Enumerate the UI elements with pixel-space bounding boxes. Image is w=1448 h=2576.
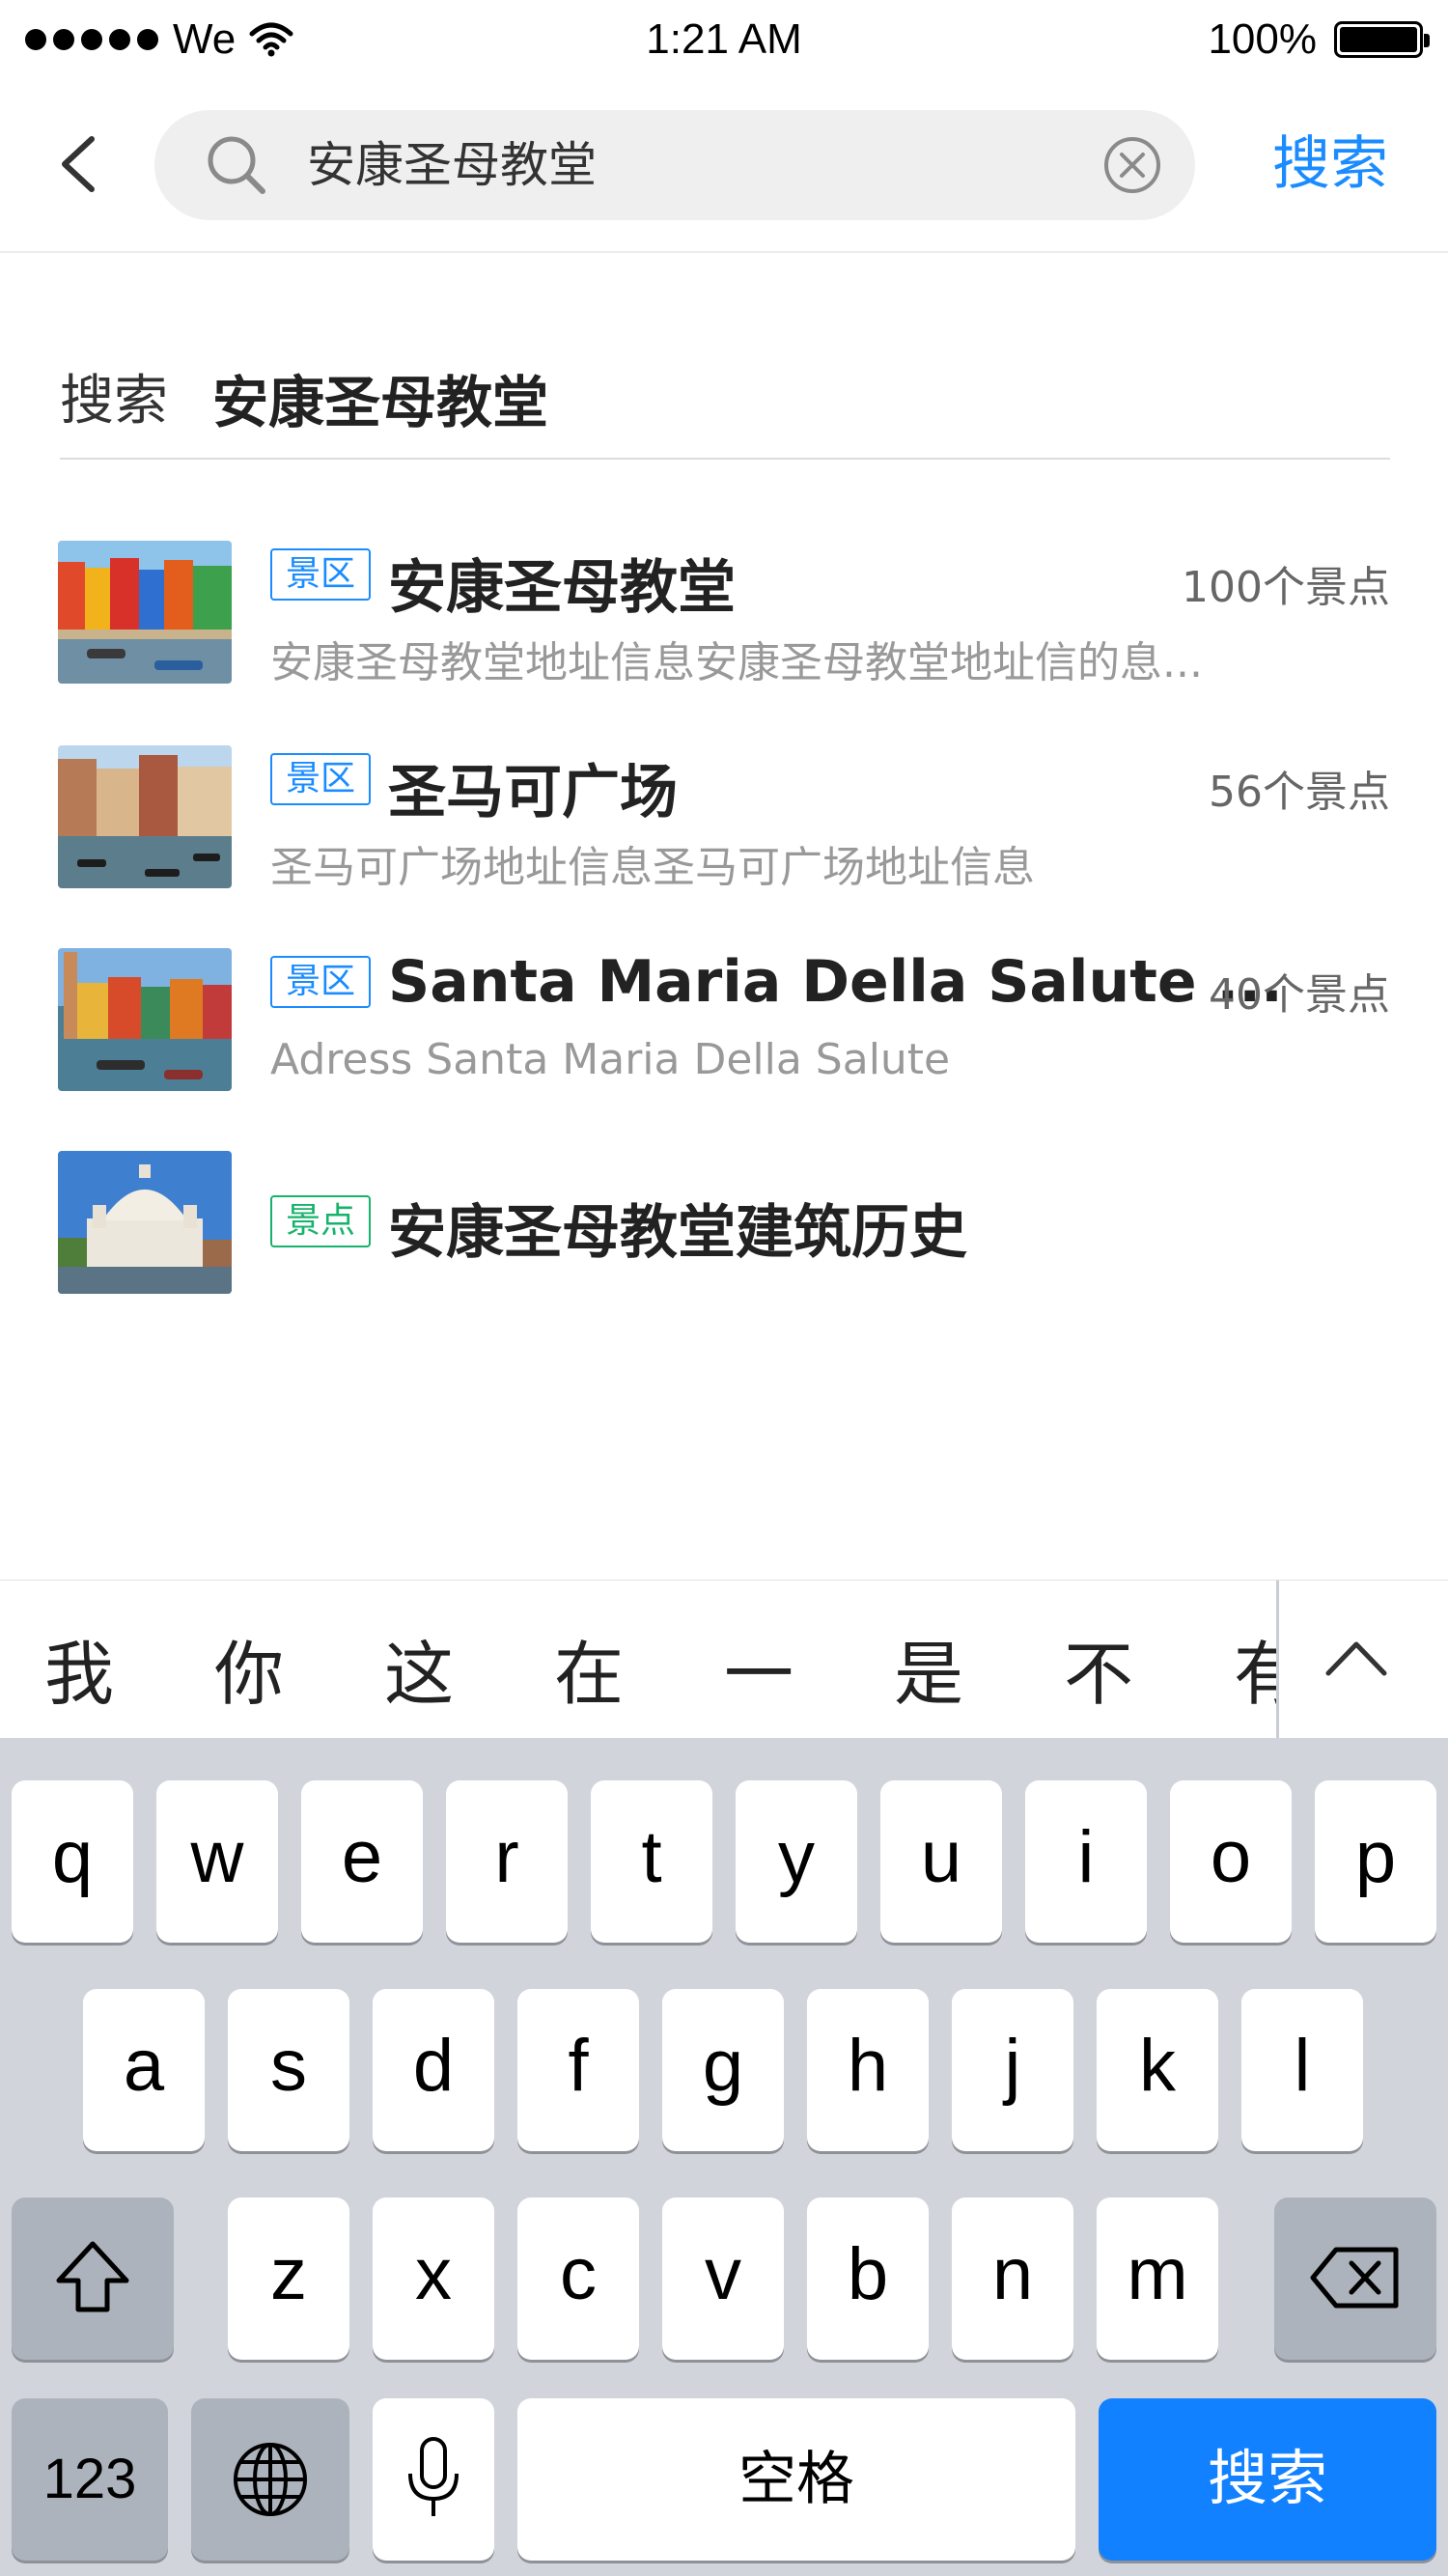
result-title: 安康圣母教堂建筑历史 [388, 1199, 967, 1267]
candidate-word[interactable]: 这 [384, 1617, 454, 1719]
candidate-word[interactable]: 我 [44, 1617, 114, 1719]
candidate-word[interactable]: 你 [214, 1617, 284, 1719]
key-s[interactable]: s [228, 1989, 349, 2151]
result-title: 安康圣母教堂 [388, 554, 736, 622]
key-q[interactable]: q [12, 1780, 133, 1943]
result-description: Adress Santa Maria Della Salute [270, 1035, 951, 1084]
shift-key[interactable] [12, 2198, 174, 2360]
search-icon [208, 136, 265, 194]
backspace-icon [1310, 2247, 1399, 2309]
chevron-left-icon [62, 136, 95, 192]
key-b[interactable]: b [807, 2198, 929, 2360]
result-thumbnail [58, 948, 232, 1091]
search-query-suggestion[interactable]: 搜索 安康圣母教堂 [60, 319, 1390, 460]
globe-icon [234, 2443, 307, 2516]
microphone-key[interactable] [373, 2398, 494, 2561]
globe-key[interactable] [191, 2398, 349, 2561]
status-bar: We 1:21 AM 100% [0, 0, 1448, 79]
candidate-word[interactable]: 是 [894, 1617, 963, 1719]
keyboard-search-key[interactable]: 搜索 [1099, 2398, 1436, 2561]
microphone-icon [408, 2437, 459, 2516]
query-text: 安康圣母教堂 [212, 370, 549, 435]
result-thumbnail [58, 1151, 232, 1294]
query-prefix: 搜索 [60, 370, 168, 433]
candidate-word[interactable]: 有 [1234, 1617, 1276, 1719]
search-input-value: 安康圣母教堂 [307, 137, 597, 193]
candidate-divider [1276, 1581, 1279, 1739]
keyboard: q w e r t y u i o p a s d f g h j k l z … [0, 1738, 1448, 2576]
battery-percent: 100% [1208, 15, 1317, 63]
result-count: 56个景点 [1209, 768, 1390, 817]
key-r[interactable]: r [446, 1780, 568, 1943]
result-title: 圣马可广场 [388, 759, 678, 826]
key-e[interactable]: e [301, 1780, 423, 1943]
scenic-area-tag: 景区 [270, 753, 371, 805]
numbers-key[interactable]: 123 [12, 2398, 168, 2561]
result-title: Santa Maria Della Salute ... [388, 948, 1283, 1016]
key-n[interactable]: n [952, 2198, 1073, 2360]
key-j[interactable]: j [952, 1989, 1073, 2151]
key-d[interactable]: d [373, 1989, 494, 2151]
result-thumbnail [58, 745, 232, 888]
result-item[interactable]: 景区 安康圣母教堂 100个景点 安康圣母教堂地址信息安康圣母教堂地址信的息..… [58, 541, 1390, 695]
key-w[interactable]: w [156, 1780, 278, 1943]
key-k[interactable]: k [1097, 1989, 1218, 2151]
search-button[interactable]: 搜索 [1272, 126, 1388, 203]
result-item[interactable]: 景点 安康圣母教堂建筑历史 [58, 1151, 1390, 1305]
result-count: 40个景点 [1209, 970, 1390, 1020]
scenic-spot-tag: 景点 [270, 1195, 371, 1247]
key-h[interactable]: h [807, 1989, 929, 2151]
key-f[interactable]: f [517, 1989, 639, 2151]
key-y[interactable]: y [736, 1780, 857, 1943]
back-button[interactable] [44, 126, 112, 203]
shift-icon [56, 2241, 129, 2312]
key-u[interactable]: u [880, 1780, 1002, 1943]
clear-icon[interactable] [1102, 135, 1162, 195]
key-x[interactable]: x [373, 2198, 494, 2360]
ime-candidate-bar: 我 你 这 在 一 是 不 有 [0, 1580, 1448, 1739]
result-description: 圣马可广场地址信息圣马可广场地址信息 [270, 843, 1035, 892]
key-p[interactable]: p [1315, 1780, 1436, 1943]
key-c[interactable]: c [517, 2198, 639, 2360]
key-m[interactable]: m [1097, 2198, 1218, 2360]
key-z[interactable]: z [228, 2198, 349, 2360]
space-key[interactable]: 空格 [517, 2398, 1075, 2561]
result-description: 安康圣母教堂地址信息安康圣母教堂地址信的息... [270, 638, 1203, 687]
scenic-area-tag: 景区 [270, 956, 371, 1008]
chevron-up-icon[interactable] [1323, 1633, 1390, 1681]
candidate-word[interactable]: 一 [724, 1617, 794, 1719]
key-a[interactable]: a [83, 1989, 205, 2151]
scenic-area-tag: 景区 [270, 548, 371, 601]
result-thumbnail [58, 541, 232, 684]
backspace-key[interactable] [1274, 2198, 1436, 2360]
result-item[interactable]: 景区 Santa Maria Della Salute ... 40个景点 Ad… [58, 948, 1390, 1103]
key-i[interactable]: i [1025, 1780, 1147, 1943]
candidate-word[interactable]: 不 [1064, 1617, 1133, 1719]
search-header: 安康圣母教堂 搜索 [0, 79, 1448, 253]
key-v[interactable]: v [662, 2198, 784, 2360]
result-count: 100个景点 [1182, 563, 1390, 612]
key-o[interactable]: o [1170, 1780, 1292, 1943]
result-item[interactable]: 景区 圣马可广场 56个景点 圣马可广场地址信息圣马可广场地址信息 [58, 745, 1390, 900]
key-t[interactable]: t [591, 1780, 712, 1943]
battery-icon [1334, 21, 1430, 58]
battery-status: 100% [1208, 12, 1430, 68]
key-g[interactable]: g [662, 1989, 784, 2151]
candidate-word[interactable]: 在 [554, 1617, 624, 1719]
key-l[interactable]: l [1241, 1989, 1363, 2151]
search-input[interactable]: 安康圣母教堂 [154, 110, 1195, 220]
